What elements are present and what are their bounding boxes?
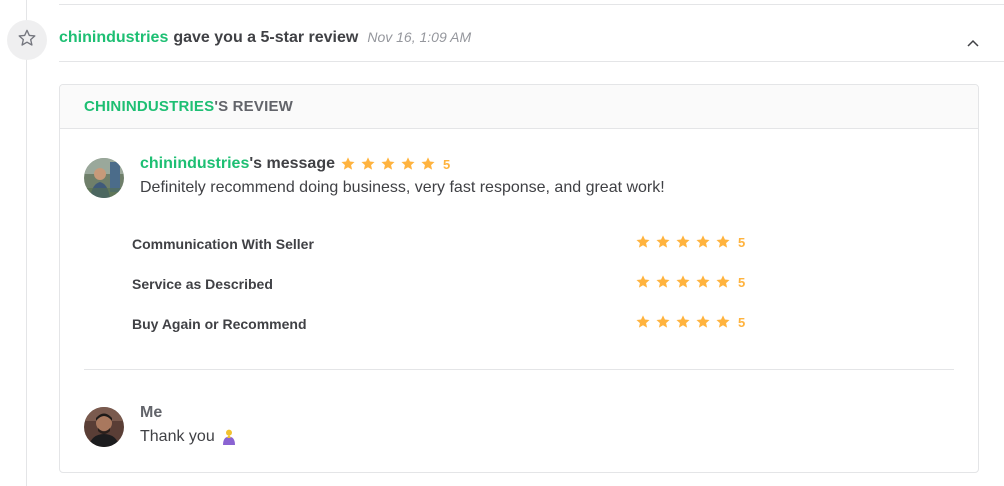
star-filled-icon [715, 314, 733, 330]
seller-avatar[interactable] [84, 407, 124, 447]
star-filled-icon [655, 274, 673, 290]
criteria-stars [635, 314, 735, 330]
reply-author-name: Me [140, 404, 163, 421]
criteria-label-communication: Communication With Seller [132, 236, 314, 252]
criteria-stars [635, 234, 735, 250]
star-filled-icon [635, 274, 653, 290]
star-filled-icon [715, 274, 733, 290]
star-filled-icon [360, 156, 378, 172]
star-filled-icon [655, 314, 673, 330]
review-card: CHININDUSTRIES'S REVIEW chinindustries's… [59, 84, 979, 473]
review-title-username: CHININDUSTRIES [84, 98, 215, 115]
star-filled-icon [420, 156, 438, 172]
criteria-label-service: Service as Described [132, 276, 273, 292]
criteria-rating-value: 5 [738, 234, 746, 250]
criteria-rating-value: 5 [738, 314, 746, 330]
star-filled-icon [635, 234, 653, 250]
top-divider [59, 4, 1004, 5]
star-filled-icon [675, 314, 693, 330]
star-filled-icon [695, 274, 713, 290]
review-title-suffix: 'S REVIEW [214, 98, 294, 115]
reply-text: Thank you [140, 428, 215, 445]
buyer-message-header: chinindustries's message 5 [140, 154, 450, 174]
star-filled-icon [695, 314, 713, 330]
message-label-suffix: 's message [249, 155, 335, 172]
card-divider [84, 369, 954, 370]
person-bowing-emoji-icon [222, 429, 236, 446]
criteria-rating-buy-again: 5 [635, 314, 745, 330]
criteria-label-buy-again: Buy Again or Recommend [132, 316, 307, 332]
criteria-rating-service: 5 [635, 274, 745, 290]
star-filled-icon [400, 156, 418, 172]
star-filled-icon [695, 234, 713, 250]
message-star-rating [340, 156, 440, 172]
star-filled-icon [675, 274, 693, 290]
event-header: chinindustries gave you a 5-star review … [59, 29, 471, 51]
event-timestamp: Nov 16, 1:09 AM [367, 29, 472, 45]
event-action-text: gave you a 5-star review [173, 29, 359, 46]
event-username-link[interactable]: chinindustries [59, 29, 168, 47]
star-filled-icon [715, 234, 733, 250]
review-message-text: Definitely recommend doing business, ver… [140, 179, 665, 196]
message-rating-value: 5 [443, 156, 451, 172]
review-card-header: CHININDUSTRIES'S REVIEW [60, 85, 978, 129]
buyer-avatar[interactable] [84, 158, 124, 198]
star-filled-icon [655, 234, 673, 250]
criteria-stars [635, 274, 735, 290]
event-divider [59, 61, 1004, 62]
buyer-username-link[interactable]: chinindustries [140, 155, 249, 173]
chevron-up-icon[interactable] [964, 36, 982, 50]
review-card-title: CHININDUSTRIES'S REVIEW [84, 98, 293, 115]
star-outline-icon [17, 28, 37, 53]
criteria-rating-value: 5 [738, 274, 746, 290]
star-filled-icon [380, 156, 398, 172]
star-filled-icon [340, 156, 358, 172]
reply-message: Thank you [140, 428, 236, 446]
star-filled-icon [675, 234, 693, 250]
criteria-rating-communication: 5 [635, 234, 745, 250]
timeline-line [26, 0, 27, 486]
star-filled-icon [635, 314, 653, 330]
event-icon-circle [7, 20, 47, 60]
